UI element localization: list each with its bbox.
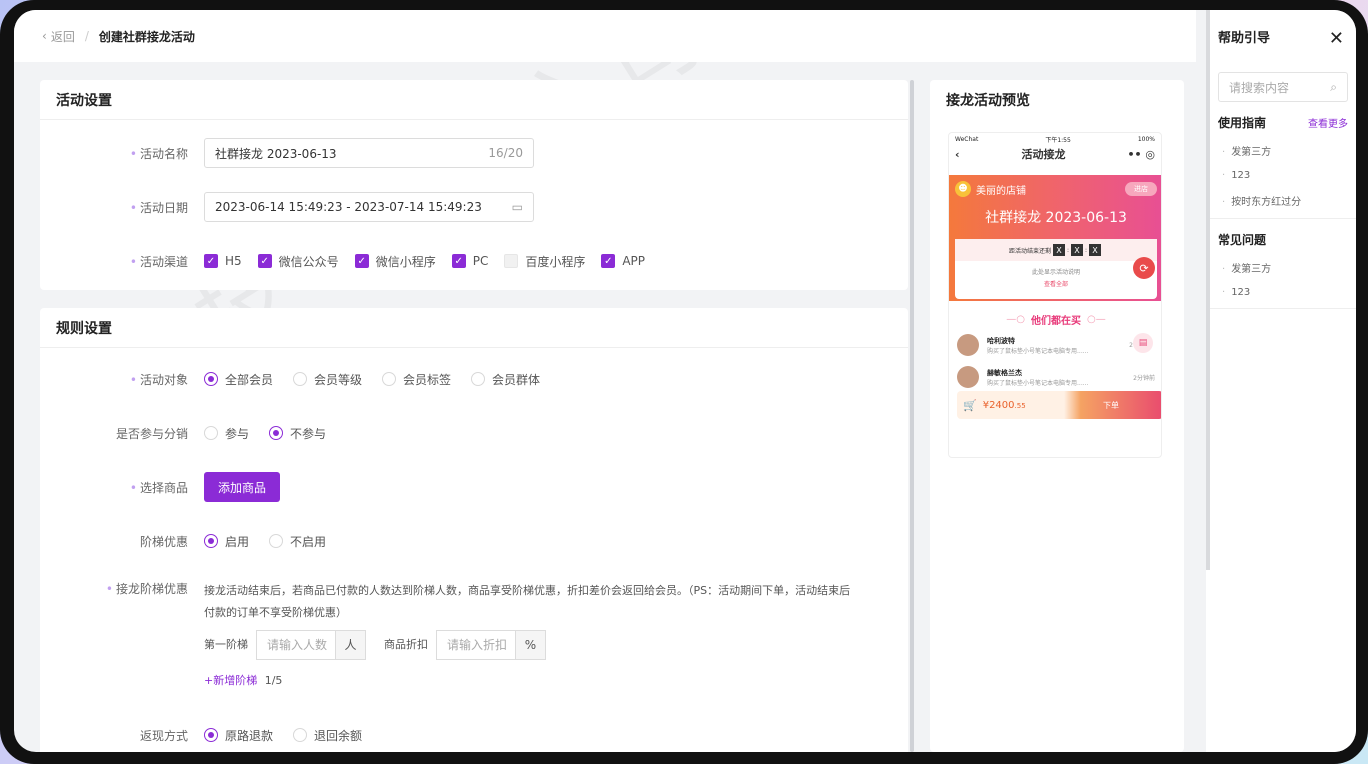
radio-original-refund[interactable]: 原路退款 — [204, 727, 273, 744]
activity-date-picker[interactable]: 2023-06-14 15:49:23 - 2023-07-14 15:49:2… — [204, 192, 534, 222]
step-count: 1/5 — [264, 674, 283, 687]
tier-row: 阶梯优惠 启用 不启用 — [139, 533, 327, 550]
document-icon: ▤ — [1133, 333, 1153, 353]
chevron-left-icon: ‹ — [955, 147, 960, 161]
radio-member-group[interactable]: 会员群体 — [471, 371, 540, 388]
see-more-link[interactable]: 查看更多 — [1308, 115, 1348, 130]
activity-date-row: • 活动日期 2023-06-14 15:49:23 - 2023-07-14 1… — [40, 180, 908, 234]
section-title: 规则设置 — [40, 308, 908, 348]
step-people-input[interactable]: 请输入人数 人 — [256, 630, 366, 660]
activity-channel-row: • 活动渠道 ✓ H5 ✓ 微信公众号 ✓ 微信小程序 ✓ PC 百度小程序 ✓ APP — [129, 253, 646, 270]
discount-label: 商品折扣 — [384, 638, 428, 651]
add-step-link[interactable]: +新增阶梯 — [204, 674, 257, 687]
faq-item[interactable]: 发第三方 — [1218, 260, 1348, 275]
channel-checkbox-app[interactable]: ✓ APP — [601, 254, 645, 268]
phone-nav: ‹ 活动接龙 •• ◎ — [955, 147, 1155, 162]
back-link[interactable]: ‹ 返回 — [42, 28, 75, 45]
help-panel: 帮助引导 ✕ 请搜索内容 ⌕ 使用指南 查看更多 发第三方 123 按时东方红过… — [1206, 10, 1356, 752]
activity-name-input[interactable]: 社群接龙 2023-06-13 16/20 — [204, 138, 534, 168]
radio-member-level[interactable]: 会员等级 — [293, 371, 362, 388]
check-icon: ✓ — [451, 254, 466, 268]
enter-shop-pill: 进店 — [1125, 182, 1157, 196]
avatar — [957, 366, 979, 388]
checkbox-empty-icon — [504, 254, 519, 268]
tier-description-cont: 付款的订单不享受阶梯优惠） — [204, 606, 347, 619]
app-screen: 科技有限公司 ‹ 返回 / 创建社群接龙活动 活动设置 •活动名称 社群接龙 2… — [14, 10, 1356, 752]
banner-title: 社群接龙 2023-06-13 — [985, 210, 1127, 226]
shop-name: 美丽的店铺 — [976, 185, 1026, 197]
buyer-item: 赫敏格兰杰 购买了鼠标垫小号笔记本电脑专用...... 2分钟前 — [957, 361, 1155, 393]
calendar-icon: ▭ — [511, 200, 523, 214]
guide-item[interactable]: 按时东方红过分 — [1218, 193, 1348, 208]
top-bar: ‹ 返回 / 创建社群接龙活动 — [14, 10, 1196, 62]
avatar — [957, 334, 979, 356]
preview-title: 接龙活动预览 — [946, 93, 1030, 109]
channel-checkbox-baidu[interactable]: 百度小程序 — [504, 253, 585, 270]
help-search-input[interactable]: 请搜索内容 ⌕ — [1218, 72, 1348, 102]
goods-row: • 选择商品 添加商品 — [40, 460, 908, 514]
more-icon: •• ◎ — [1127, 147, 1155, 161]
main-form: 活动设置 • 活动名称 社群接龙 2023-06-13 16/20 • 活动日期 2… — [40, 80, 908, 752]
check-icon: ✓ — [354, 254, 369, 268]
chevron-left-icon: ‹ — [42, 29, 47, 43]
close-icon[interactable]: ✕ — [1329, 28, 1344, 49]
discount-input[interactable]: 请输入折扣 % — [436, 630, 546, 660]
section-title: 活动设置 — [40, 80, 908, 120]
order-bar: 🛒 ¥2400.55 下单 — [957, 391, 1161, 419]
char-counter: 16/20 — [488, 146, 523, 160]
panel-scrollbar[interactable] — [1206, 10, 1210, 570]
scrollbar[interactable] — [910, 80, 914, 752]
radio-all-members[interactable]: 全部会员 — [204, 371, 273, 388]
activity-banner: ☻ 美丽的店铺 进店 社群接龙 2023-06-13 距活动结束还剩 X: X:… — [949, 175, 1161, 301]
refund-row: 返现方式 原路退款 退回余额 — [139, 727, 363, 744]
radio-not-participate[interactable]: 不参与 — [269, 425, 326, 442]
activity-settings-card: 活动设置 • 活动名称 社群接龙 2023-06-13 16/20 • 活动日期 2… — [40, 80, 908, 290]
distribution-row: 是否参与分销 参与 不参与 — [115, 425, 327, 442]
buyer-item: 哈利波特 购买了鼠标垫小号笔记本电脑专用...... 2 — [957, 329, 1155, 361]
rule-settings-card: 规则设置 • 活动对象 全部会员 会员等级 会员标签 会员群体 是否参与分销 参与… — [40, 308, 908, 752]
shop-avatar: ☻ — [955, 181, 971, 197]
radio-participate[interactable]: 参与 — [204, 425, 249, 442]
radio-member-tag[interactable]: 会员标签 — [382, 371, 451, 388]
channel-checkbox-wechat-mini[interactable]: ✓ 微信小程序 — [354, 253, 436, 270]
tier-description: 接龙活动结束后，若商品已付款的人数达到阶梯人数，商品享受阶梯优惠，折扣差价会返回… — [204, 584, 851, 597]
refresh-icon: ⟳ — [1133, 257, 1155, 279]
add-goods-button[interactable]: 添加商品 — [204, 472, 281, 502]
jielong-tier-block: • 接龙阶梯优惠 接龙活动结束后，若商品已付款的人数达到阶梯人数，商品享受阶梯优惠… — [40, 568, 908, 704]
preview-panel: 接龙活动预览 WeChat 下午1:55 100% ‹ 活动接龙 •• ◎ ☻ … — [930, 80, 1184, 752]
order-button: 下单 — [1103, 400, 1119, 410]
buyers-list: —○ 他们都在买 ○— 哈利波特 购买了鼠标垫小号笔记本电脑专用...... 2 赫敏… — [957, 309, 1155, 393]
cart-icon: 🛒 — [963, 398, 977, 412]
channel-checkbox-wechat-mp[interactable]: ✓ 微信公众号 — [257, 253, 339, 270]
status-bar: WeChat 下午1:55 100% — [955, 135, 1155, 144]
guide-section: 使用指南 查看更多 发第三方 123 按时东方红过分 — [1206, 102, 1356, 219]
radio-disable[interactable]: 不启用 — [269, 533, 326, 550]
radio-enable[interactable]: 启用 — [204, 533, 249, 550]
check-icon: ✓ — [601, 254, 616, 268]
radio-balance-refund[interactable]: 退回余额 — [293, 727, 362, 744]
guide-item[interactable]: 发第三方 — [1218, 143, 1348, 158]
check-icon: ✓ — [204, 254, 218, 268]
countdown-box: 距活动结束还剩 X: X: X 此处显示活动说明 查看全部 — [955, 239, 1157, 299]
faq-item[interactable]: 123 — [1218, 287, 1348, 298]
check-icon: ✓ — [257, 254, 272, 268]
channel-checkbox-pc[interactable]: ✓ PC — [451, 254, 488, 268]
channel-checkbox-h5[interactable]: ✓ H5 — [204, 254, 242, 268]
breadcrumb-separator: / — [84, 29, 89, 43]
search-icon: ⌕ — [1330, 79, 1337, 94]
phone-mockup: WeChat 下午1:55 100% ‹ 活动接龙 •• ◎ ☻ 美丽的店铺 进… — [948, 132, 1162, 458]
faq-section: 常见问题 发第三方 123 — [1206, 219, 1356, 309]
activity-name-row: • 活动名称 社群接龙 2023-06-13 16/20 — [40, 126, 908, 180]
step-label: 第一阶梯 — [204, 638, 248, 651]
page-title: 创建社群接龙活动 — [98, 29, 195, 44]
target-row: • 活动对象 全部会员 会员等级 会员标签 会员群体 — [129, 371, 541, 388]
guide-item[interactable]: 123 — [1218, 170, 1348, 181]
